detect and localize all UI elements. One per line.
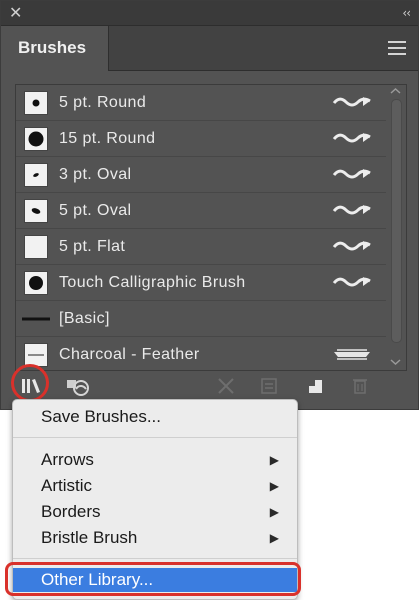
brush-list: 5 pt. Round 15 pt. Round 3 pt. Oval 5 pt… xyxy=(15,84,407,371)
calligraphic-brush-icon xyxy=(332,133,371,143)
brush-row[interactable]: [Basic] xyxy=(16,301,386,337)
brush-row[interactable]: 5 pt. Oval xyxy=(16,193,386,229)
illustrator-screen: ✕ ‹‹ Brushes 5 pt. Round 15 pt. Round 3 … xyxy=(0,0,419,600)
submenu-arrow-icon: ▶ xyxy=(269,505,279,519)
menu-item-bristle-brush[interactable]: Bristle Brush ▶ xyxy=(13,525,297,551)
hamburger-menu-icon[interactable] xyxy=(388,41,406,55)
submenu-arrow-icon: ▶ xyxy=(269,479,279,493)
panel-toolbar xyxy=(1,371,418,401)
menu-item-artistic[interactable]: Artistic ▶ xyxy=(13,473,297,499)
brush-thumbnail xyxy=(24,199,48,223)
art-brush-icon xyxy=(334,349,370,360)
libraries-button-highlight xyxy=(11,364,49,402)
menu-item-label: Artistic xyxy=(41,476,92,495)
collapse-panel-icon[interactable]: ‹‹ xyxy=(402,3,411,23)
calligraphic-brush-icon xyxy=(332,97,371,107)
panel-titlebar: ✕ ‹‹ xyxy=(1,1,418,26)
brush-thumbnail xyxy=(24,163,48,187)
libraries-panel-icon[interactable] xyxy=(65,374,91,398)
calligraphic-brush-icon xyxy=(332,169,371,179)
brush-thumbnail xyxy=(24,271,48,295)
basic-stroke-thumbnail xyxy=(22,317,50,321)
brushes-panel: ✕ ‹‹ Brushes 5 pt. Round 15 pt. Round 3 … xyxy=(0,0,419,410)
menu-separator xyxy=(13,437,297,438)
calligraphic-brush-icon xyxy=(332,241,371,251)
list-scrollbar[interactable] xyxy=(387,87,404,368)
brush-label: 5 pt. Flat xyxy=(59,238,126,255)
brush-thumbnail xyxy=(24,127,48,151)
menu-separator xyxy=(13,558,297,559)
new-brush-icon[interactable] xyxy=(303,374,329,398)
other-library-highlight xyxy=(5,562,301,596)
calligraphic-brush-icon xyxy=(332,277,371,287)
menu-item-label: Bristle Brush xyxy=(41,528,138,547)
brush-row[interactable]: 5 pt. Flat xyxy=(16,229,386,265)
menu-item-label: Save Brushes... xyxy=(41,407,162,426)
brush-row[interactable]: 5 pt. Round xyxy=(16,85,386,121)
brush-label: 5 pt. Round xyxy=(59,94,147,111)
brush-row[interactable]: 3 pt. Oval xyxy=(16,157,386,193)
brush-label: 15 pt. Round xyxy=(59,130,156,147)
brush-label: Touch Calligraphic Brush xyxy=(59,274,246,291)
brush-label: [Basic] xyxy=(59,310,110,327)
menu-item-borders[interactable]: Borders ▶ xyxy=(13,499,297,525)
remove-brush-stroke-icon[interactable] xyxy=(213,374,239,398)
menu-item-save-brushes[interactable]: Save Brushes... xyxy=(13,404,297,430)
submenu-arrow-icon: ▶ xyxy=(269,531,279,545)
chevron-down-icon[interactable] xyxy=(390,358,401,366)
brush-thumbnail xyxy=(24,91,48,115)
brush-row[interactable]: Charcoal - Feather xyxy=(16,337,386,370)
calligraphic-brush-icon xyxy=(332,205,371,215)
brush-label: 5 pt. Oval xyxy=(59,202,132,219)
delete-brush-icon[interactable] xyxy=(347,374,373,398)
close-icon[interactable]: ✕ xyxy=(9,3,22,23)
scroll-thumb[interactable] xyxy=(391,99,402,343)
chevron-up-icon[interactable] xyxy=(390,87,401,95)
menu-item-arrows[interactable]: Arrows ▶ xyxy=(13,447,297,473)
brush-label: 3 pt. Oval xyxy=(59,166,132,183)
brush-row[interactable]: 15 pt. Round xyxy=(16,121,386,157)
brush-label: Charcoal - Feather xyxy=(59,346,200,363)
menu-item-label: Arrows xyxy=(41,450,94,469)
panel-tabbar: Brushes xyxy=(1,26,418,71)
tab-brushes[interactable]: Brushes xyxy=(1,26,109,71)
menu-item-label: Borders xyxy=(41,502,101,521)
brush-row[interactable]: Touch Calligraphic Brush xyxy=(16,265,386,301)
brush-thumbnail xyxy=(24,235,48,259)
brush-options-icon[interactable] xyxy=(256,374,282,398)
submenu-arrow-icon: ▶ xyxy=(269,453,279,467)
